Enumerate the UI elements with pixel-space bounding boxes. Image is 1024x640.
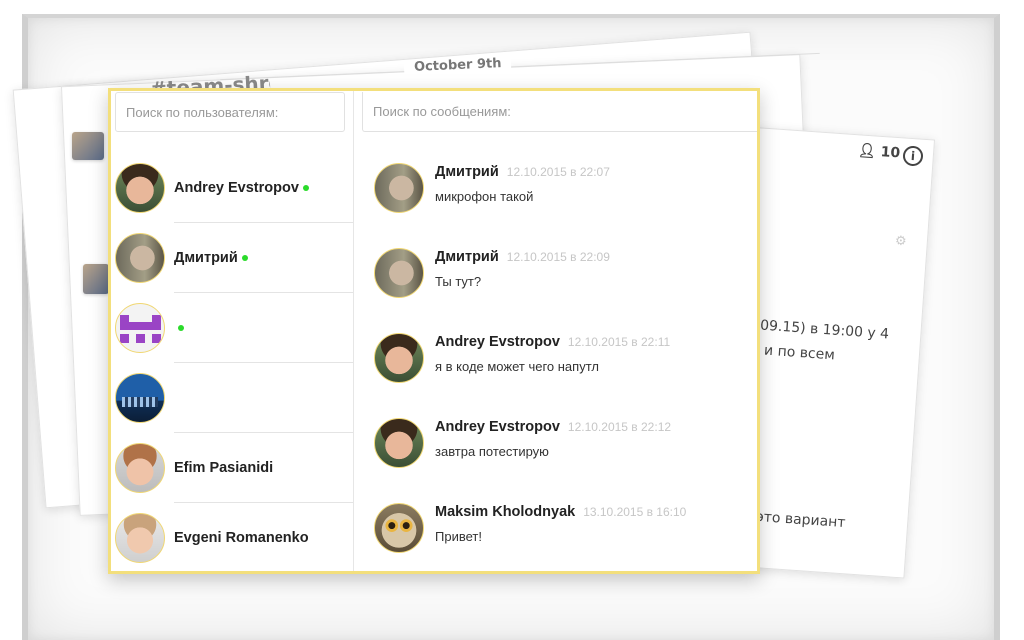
user-item[interactable]: Evgeni Romanenko bbox=[111, 503, 353, 571]
avatar bbox=[115, 163, 165, 213]
user-icon: 👤︎ bbox=[857, 142, 877, 160]
avatar bbox=[115, 373, 165, 423]
message-text: завтра потестирую bbox=[435, 444, 549, 459]
user-name: Efim Pasianidi bbox=[174, 459, 274, 476]
message-text: я в коде может чего напутл bbox=[435, 359, 599, 374]
avatar[interactable] bbox=[374, 333, 424, 383]
message-text: Ты тут? bbox=[435, 274, 482, 289]
avatar[interactable] bbox=[374, 503, 424, 553]
background-avatar bbox=[72, 132, 104, 160]
avatar bbox=[115, 233, 165, 283]
user-search-input[interactable]: Поиск по пользователям: bbox=[115, 92, 345, 132]
online-indicator bbox=[302, 184, 309, 191]
message-item: Maksim Kholodnyak 13.10.2015 в 16:10 При… bbox=[354, 493, 757, 571]
message-author[interactable]: Andrey Evstropov bbox=[435, 334, 560, 350]
message-author[interactable]: Andrey Evstropov bbox=[435, 419, 560, 435]
user-name: Дмитрий bbox=[174, 249, 238, 266]
message-text: Привет! bbox=[435, 529, 482, 544]
message-timestamp: 13.10.2015 в 16:10 bbox=[583, 505, 687, 519]
message-author[interactable]: Дмитрий bbox=[435, 164, 499, 180]
message-author[interactable]: Maksim Kholodnyak bbox=[435, 504, 575, 520]
user-name: Evgeni Romanenko bbox=[174, 529, 309, 546]
user-item[interactable]: Дмитрий bbox=[111, 223, 353, 293]
message-header: Дмитрий 12.10.2015 в 22:09 bbox=[435, 249, 610, 265]
user-name-wrap bbox=[174, 363, 353, 433]
user-name-wrap: Efim Pasianidi bbox=[174, 433, 353, 503]
message-timestamp: 12.10.2015 в 22:07 bbox=[506, 165, 610, 179]
user-name-wrap: Andrey Evstropov bbox=[174, 153, 353, 223]
message-search-input[interactable]: Поиск по сообщениям: bbox=[362, 92, 757, 132]
avatar bbox=[115, 303, 165, 353]
user-item[interactable] bbox=[111, 363, 353, 433]
gear-icon: ⚙ bbox=[895, 234, 907, 249]
message-text: микрофон такой bbox=[435, 189, 534, 204]
message-item: Andrey Evstropov 12.10.2015 в 22:12 завт… bbox=[354, 408, 757, 493]
chat-panel: Поиск по пользователям: Andrey Evstropov… bbox=[108, 88, 760, 574]
message-timestamp: 12.10.2015 в 22:12 bbox=[567, 420, 672, 434]
avatar[interactable] bbox=[374, 248, 424, 298]
user-name-wrap: Дмитрий bbox=[174, 223, 353, 293]
user-name-wrap: Evgeni Romanenko bbox=[174, 503, 353, 571]
member-count-value: 10 bbox=[880, 144, 901, 162]
message-item: Дмитрий 12.10.2015 в 22:09 Ты тут? bbox=[354, 238, 757, 323]
message-header: Maksim Kholodnyak 13.10.2015 в 16:10 bbox=[435, 504, 686, 520]
message-item: Дмитрий 12.10.2015 в 22:07 микрофон тако… bbox=[354, 153, 757, 238]
user-row bbox=[174, 324, 184, 331]
users-column: Поиск по пользователям: Andrey Evstropov… bbox=[111, 91, 354, 571]
message-header: Дмитрий 12.10.2015 в 22:07 bbox=[435, 164, 610, 180]
user-row: Дмитрий bbox=[174, 250, 248, 266]
user-name: Andrey Evstropov bbox=[174, 179, 299, 196]
message-header: Andrey Evstropov 12.10.2015 в 22:12 bbox=[435, 419, 671, 435]
message-timestamp: 12.10.2015 в 22:11 bbox=[567, 335, 671, 349]
avatar bbox=[115, 443, 165, 493]
user-name-wrap bbox=[174, 293, 353, 363]
online-indicator bbox=[241, 254, 248, 261]
message-timestamp: 12.10.2015 в 22:09 bbox=[506, 250, 610, 264]
user-list: Andrey Evstropov Дмитрий Efim Pasianidi … bbox=[111, 153, 353, 571]
user-item[interactable]: Efim Pasianidi bbox=[111, 433, 353, 503]
online-indicator bbox=[178, 324, 184, 331]
user-item[interactable] bbox=[111, 293, 353, 363]
user-item[interactable]: Andrey Evstropov bbox=[111, 153, 353, 223]
avatar[interactable] bbox=[374, 163, 424, 213]
message-author[interactable]: Дмитрий bbox=[435, 249, 499, 265]
message-body: Andrey Evstropov 12.10.2015 в 22:11 я в … bbox=[435, 334, 670, 374]
messages-column: Поиск по сообщениям: Дмитрий 12.10.2015 … bbox=[354, 91, 757, 571]
message-item: Andrey Evstropov 12.10.2015 в 22:11 я в … bbox=[354, 323, 757, 408]
avatar bbox=[115, 513, 165, 563]
message-header: Andrey Evstropov 12.10.2015 в 22:11 bbox=[435, 334, 670, 350]
message-body: Дмитрий 12.10.2015 в 22:07 микрофон тако… bbox=[435, 164, 610, 204]
user-row: Andrey Evstropov bbox=[174, 180, 309, 196]
message-list: Дмитрий 12.10.2015 в 22:07 микрофон тако… bbox=[354, 153, 757, 571]
message-body: Дмитрий 12.10.2015 в 22:09 Ты тут? bbox=[435, 249, 610, 289]
member-count: 👤︎ 10 bbox=[857, 143, 900, 162]
background-avatar bbox=[83, 264, 109, 294]
message-body: Andrey Evstropov 12.10.2015 в 22:12 завт… bbox=[435, 419, 671, 459]
message-body: Maksim Kholodnyak 13.10.2015 в 16:10 При… bbox=[435, 504, 686, 544]
avatar[interactable] bbox=[374, 418, 424, 468]
